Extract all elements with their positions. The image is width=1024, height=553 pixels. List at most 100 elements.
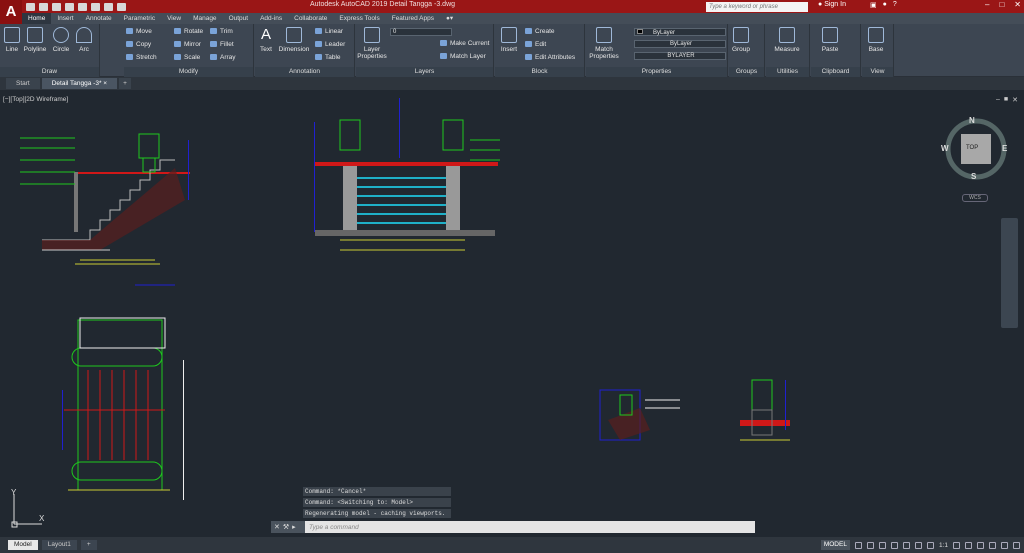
- utilities-panel-label[interactable]: Utilities: [766, 67, 809, 77]
- make-current-button[interactable]: Make Current: [440, 40, 489, 47]
- stretch-button[interactable]: Stretch: [126, 54, 157, 61]
- tab-view[interactable]: View: [161, 13, 187, 24]
- viewcube-west[interactable]: W: [941, 144, 949, 153]
- copy-button[interactable]: Copy: [126, 41, 151, 48]
- tab-add-ins[interactable]: Add-ins: [254, 13, 288, 24]
- lineweight-icon[interactable]: [914, 541, 922, 549]
- save-as-icon[interactable]: [65, 2, 74, 11]
- match-layer-button[interactable]: Match Layer: [440, 53, 486, 60]
- cart-icon[interactable]: ▣: [870, 1, 877, 9]
- array-button[interactable]: Array: [210, 54, 236, 61]
- polar-icon[interactable]: [890, 541, 898, 549]
- create-block-button[interactable]: Create: [525, 28, 555, 35]
- menu-icon[interactable]: [1013, 541, 1020, 549]
- navigation-bar[interactable]: [1001, 218, 1018, 328]
- drawing-canvas[interactable]: [−][Top][2D Wireframe] – ■ ✕ N S E W TOP…: [0, 90, 1024, 537]
- modify-panel-label[interactable]: Modify: [124, 67, 253, 77]
- new-tab-button[interactable]: +: [119, 78, 131, 89]
- tab-collaborate[interactable]: Collaborate: [288, 13, 333, 24]
- wcs-menu[interactable]: WCS: [962, 194, 988, 202]
- new-icon[interactable]: [26, 2, 35, 11]
- print-icon[interactable]: [78, 2, 87, 11]
- color-dropdown[interactable]: ByLayer: [634, 28, 726, 36]
- fillet-button[interactable]: Fillet: [210, 41, 234, 48]
- properties-panel-label[interactable]: Properties: [586, 67, 727, 77]
- table-button[interactable]: Table: [315, 54, 341, 61]
- fullscreen-icon[interactable]: [1001, 541, 1008, 549]
- annotation-icon[interactable]: [926, 541, 934, 549]
- view-panel-label[interactable]: View: [862, 67, 893, 77]
- match-properties-button[interactable]: Match Properties: [588, 27, 620, 60]
- sign-in-button[interactable]: ● Sign In: [818, 1, 846, 8]
- close-icon[interactable]: ✕: [274, 523, 280, 531]
- lineweight-dropdown[interactable]: BYLAYER: [634, 52, 726, 60]
- clipboard-panel-label[interactable]: Clipboard: [811, 67, 860, 77]
- annotation-scale[interactable]: 1:1: [939, 542, 948, 549]
- scale-button[interactable]: Scale: [174, 54, 200, 61]
- close-icon[interactable]: ×: [103, 80, 107, 87]
- exchange-icon[interactable]: ●: [883, 1, 887, 9]
- undo-icon[interactable]: [91, 2, 100, 11]
- ribbon-toggle-icon[interactable]: ●▾: [440, 13, 459, 24]
- snap-icon[interactable]: [866, 541, 874, 549]
- insert-button[interactable]: Insert: [498, 27, 520, 53]
- line-button[interactable]: Line: [3, 27, 21, 53]
- layers-panel-label[interactable]: Layers: [356, 67, 493, 77]
- help-icon[interactable]: ?: [893, 1, 897, 9]
- layer-dropdown[interactable]: 0: [390, 28, 452, 36]
- tab-manage[interactable]: Manage: [187, 13, 223, 24]
- viewcube-north[interactable]: N: [969, 116, 975, 125]
- paste-button[interactable]: Paste: [819, 27, 841, 53]
- layout1-tab[interactable]: Layout1: [41, 540, 77, 550]
- gear-icon[interactable]: [953, 541, 960, 549]
- mirror-button[interactable]: Mirror: [174, 41, 201, 48]
- application-menu-button[interactable]: A: [0, 0, 22, 24]
- linetype-dropdown[interactable]: ByLayer: [634, 40, 726, 48]
- add-layout-button[interactable]: +: [80, 540, 97, 550]
- linear-button[interactable]: Linear: [315, 28, 343, 35]
- viewcube-south[interactable]: S: [971, 172, 976, 181]
- close-icon[interactable]: ✕: [1014, 0, 1021, 9]
- redo-icon[interactable]: [104, 2, 113, 11]
- layer-properties-button[interactable]: Layer Properties: [357, 27, 387, 60]
- tab-home[interactable]: Home: [22, 13, 52, 24]
- block-panel-label[interactable]: Block: [495, 67, 584, 77]
- text-button[interactable]: A Text: [258, 27, 274, 54]
- viewcube-top-face[interactable]: TOP: [966, 145, 978, 151]
- tab-output[interactable]: Output: [223, 13, 255, 24]
- edit-attributes-button[interactable]: Edit Attributes: [525, 54, 575, 61]
- maximize-icon[interactable]: □: [999, 0, 1004, 9]
- dimension-button[interactable]: Dimension: [278, 27, 310, 53]
- edit-block-button[interactable]: Edit: [525, 41, 546, 48]
- search-input[interactable]: Type a keyword or phrase: [706, 2, 808, 12]
- measure-button[interactable]: Measure: [771, 27, 803, 53]
- save-icon[interactable]: [52, 2, 61, 11]
- tab-featured-apps[interactable]: Featured Apps: [386, 13, 440, 24]
- trim-button[interactable]: Trim: [210, 28, 233, 35]
- start-tab[interactable]: Start: [6, 78, 40, 89]
- tab-parametric[interactable]: Parametric: [118, 13, 161, 24]
- hardware-icon[interactable]: [989, 541, 996, 549]
- command-input[interactable]: Type a command: [305, 524, 359, 531]
- command-line[interactable]: ✕ ⚒ ▸ Type a command: [271, 521, 755, 533]
- base-button[interactable]: Base: [866, 27, 886, 53]
- open-icon[interactable]: [39, 2, 48, 11]
- move-button[interactable]: Move: [126, 28, 152, 35]
- rotate-button[interactable]: Rotate: [174, 28, 203, 35]
- drawing-tab[interactable]: Detail Tangga -3* ×: [41, 78, 118, 89]
- minimize-icon[interactable]: –: [985, 0, 989, 9]
- isolate-icon[interactable]: [977, 541, 984, 549]
- grid-icon[interactable]: [854, 541, 862, 549]
- leader-button[interactable]: Leader: [315, 41, 345, 48]
- ortho-icon[interactable]: [878, 541, 886, 549]
- tab-insert[interactable]: Insert: [51, 13, 79, 24]
- annotation-panel-label[interactable]: Annotation: [255, 67, 354, 77]
- polyline-button[interactable]: Polyline: [22, 27, 48, 53]
- groups-panel-label[interactable]: Groups: [729, 67, 764, 77]
- share-icon[interactable]: [117, 2, 126, 11]
- circle-button[interactable]: Circle: [51, 27, 71, 53]
- tab-express-tools[interactable]: Express Tools: [333, 13, 385, 24]
- tab-annotate[interactable]: Annotate: [80, 13, 118, 24]
- plus-icon[interactable]: [965, 541, 972, 549]
- group-button[interactable]: Group: [731, 27, 751, 53]
